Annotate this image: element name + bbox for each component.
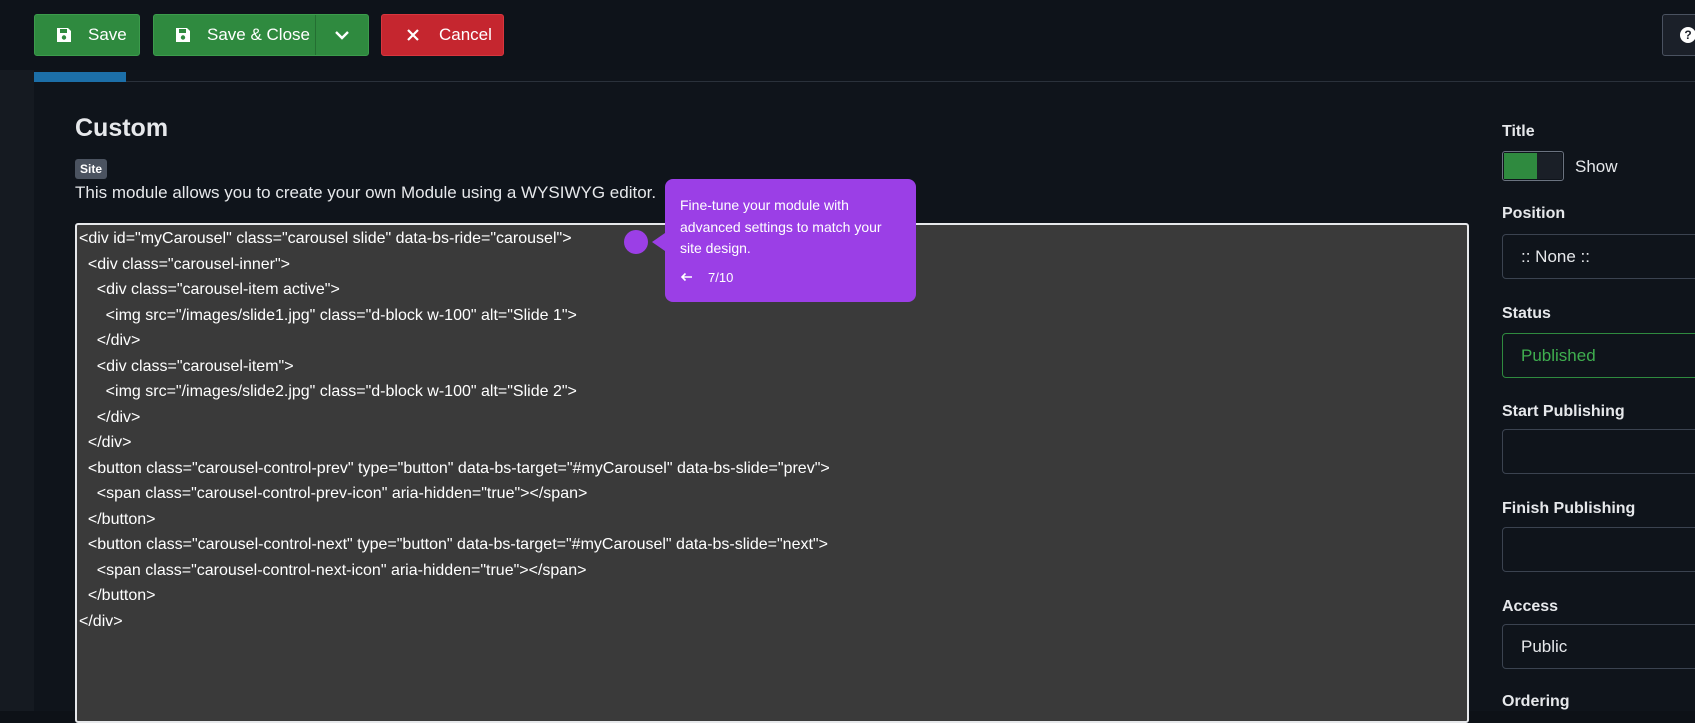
cancel-label: Cancel bbox=[439, 25, 492, 44]
guide-tooltip: Fine-tune your module with advanced sett… bbox=[665, 179, 916, 302]
module-description: This module allows you to create your ow… bbox=[75, 183, 657, 202]
tab-divider bbox=[126, 81, 1695, 82]
status-label: Status bbox=[1502, 305, 1551, 322]
code-line: <div class="carousel-inner"> bbox=[79, 255, 291, 273]
help-button[interactable]: ? bbox=[1662, 14, 1695, 56]
ordering-label: Ordering bbox=[1502, 693, 1570, 710]
save-and-close-button[interactable]: Save & Close bbox=[153, 14, 369, 56]
cancel-button[interactable]: Cancel bbox=[381, 14, 504, 56]
save-and-close-label: Save & Close bbox=[207, 25, 310, 44]
close-icon bbox=[403, 25, 423, 45]
title-show-toggle[interactable] bbox=[1502, 151, 1564, 181]
access-label: Access bbox=[1502, 598, 1559, 615]
left-rail bbox=[0, 70, 34, 711]
save-label: Save bbox=[88, 25, 127, 44]
start-publishing-label: Start Publishing bbox=[1502, 403, 1625, 420]
code-line: </button> bbox=[79, 587, 156, 604]
tooltip-arrow bbox=[652, 233, 665, 251]
finish-publishing-label: Finish Publishing bbox=[1502, 500, 1636, 517]
chevron-down-icon bbox=[334, 25, 350, 45]
code-line: </div> bbox=[79, 434, 132, 451]
position-select[interactable]: :: None :: bbox=[1502, 234, 1695, 279]
save-button[interactable]: Save bbox=[34, 14, 140, 56]
code-line: <div id="myCarousel" class="carousel sli… bbox=[79, 230, 572, 247]
code-line: <span class="carousel-control-prev-icon"… bbox=[79, 485, 588, 502]
code-line: <img src="/images/slide1.jpg" class="d-b… bbox=[79, 306, 577, 324]
finish-publishing-input[interactable] bbox=[1502, 527, 1695, 572]
tour-hotspot[interactable] bbox=[624, 230, 648, 254]
code-line: </div> bbox=[79, 332, 141, 349]
active-tab-indicator[interactable] bbox=[34, 72, 126, 82]
code-line: <div class="carousel-item"> bbox=[79, 357, 294, 375]
code-line: <button class="carousel-control-next" ty… bbox=[79, 536, 828, 553]
title-toggle-label: Show bbox=[1575, 157, 1618, 176]
arrow-left-icon[interactable] bbox=[680, 269, 694, 285]
access-select[interactable]: Public bbox=[1502, 624, 1695, 669]
code-line: <span class="carousel-control-next-icon"… bbox=[79, 561, 587, 579]
tooltip-step-counter: 7/10 bbox=[708, 269, 734, 285]
start-publishing-input[interactable] bbox=[1502, 429, 1695, 474]
floppy-disk-icon bbox=[54, 25, 74, 45]
status-select[interactable]: Published bbox=[1502, 333, 1695, 378]
site-badge: Site bbox=[75, 159, 108, 179]
question-icon: ? bbox=[1680, 27, 1695, 43]
module-title: Custom bbox=[75, 114, 169, 142]
code-line: <button class="carousel-control-prev" ty… bbox=[79, 459, 830, 477]
tooltip-footer: 7/10 bbox=[680, 269, 733, 285]
floppy-disk-icon bbox=[173, 25, 193, 45]
toggle-on-segment bbox=[1504, 153, 1537, 179]
code-line: </div> bbox=[79, 408, 141, 426]
code-line: </button> bbox=[79, 510, 156, 528]
code-line: <div class="carousel-item active"> bbox=[79, 281, 340, 298]
title-label: Title bbox=[1502, 123, 1535, 140]
code-line: <img src="/images/slide2.jpg" class="d-b… bbox=[79, 383, 577, 400]
toggle-off-segment bbox=[1537, 153, 1562, 179]
toolbar: Save Save & Close Cancel ? bbox=[0, 0, 1695, 70]
tooltip-text: Fine-tune your module with advanced sett… bbox=[680, 197, 882, 256]
code-line: </div> bbox=[79, 612, 123, 630]
position-label: Position bbox=[1502, 205, 1566, 222]
save-options-dropdown-toggle[interactable] bbox=[315, 15, 368, 55]
